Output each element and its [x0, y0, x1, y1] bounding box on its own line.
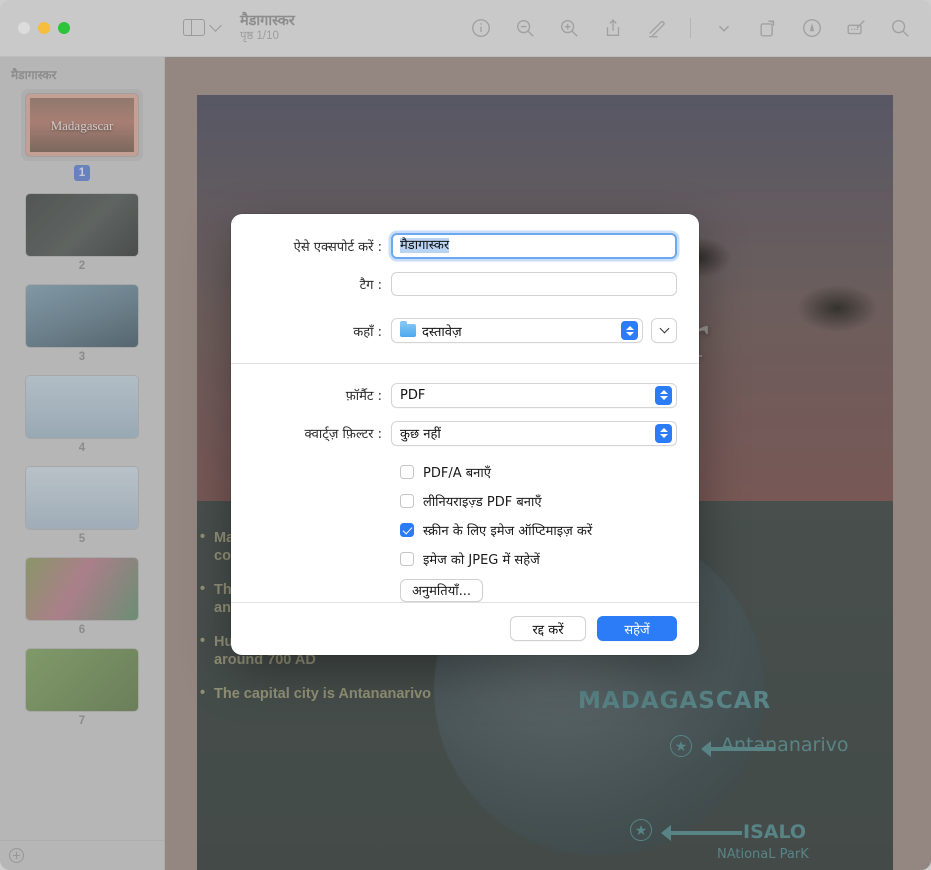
- stepper-icon[interactable]: [621, 321, 638, 340]
- export-as-input[interactable]: मैडागास्कर: [391, 233, 677, 259]
- checkbox-row-jpeg[interactable]: इमेज को JPEG में सहेजें: [253, 550, 677, 568]
- dialog-options-section: फ़ॉर्मैट : PDF क्वार्ट्ज़ फ़िल्टर : कुछ …: [231, 364, 699, 602]
- quartz-filter-popup-button[interactable]: कुछ नहीं: [391, 421, 677, 446]
- checkbox-label-jpeg: इमेज को JPEG में सहेजें: [423, 550, 540, 568]
- tags-label: टैग :: [253, 275, 391, 293]
- chevron-down-icon: [659, 324, 669, 334]
- checkbox-optimize[interactable]: [400, 523, 414, 537]
- expand-browser-button[interactable]: [651, 318, 677, 343]
- chevron-down-icon[interactable]: [209, 20, 222, 33]
- maximize-button[interactable]: [58, 22, 70, 34]
- tags-row: टैग :: [253, 272, 677, 296]
- export-as-value: मैडागास्कर: [400, 238, 449, 253]
- tags-input[interactable]: [391, 272, 677, 296]
- export-as-label: ऐसे एक्सपोर्ट करें :: [253, 237, 391, 255]
- permissions-button[interactable]: अनुमतियाँ...: [400, 579, 483, 602]
- minimize-button[interactable]: [38, 22, 50, 34]
- close-button[interactable]: [18, 22, 30, 34]
- rotate-icon[interactable]: [757, 17, 779, 39]
- format-label: फ़ॉर्मैट :: [253, 386, 391, 404]
- toolbar-left: मैडागास्कर पृष्ठ 1/10: [165, 13, 295, 44]
- where-row: कहाँ : दस्तावेज़: [253, 318, 677, 343]
- format-row: फ़ॉर्मैट : PDF: [253, 383, 677, 408]
- export-as-row: ऐसे एक्सपोर्ट करें : मैडागास्कर: [253, 233, 677, 259]
- dialog-top-section: ऐसे एक्सपोर्ट करें : मैडागास्कर टैग : कह…: [231, 214, 699, 363]
- export-dialog: ऐसे एक्सपोर्ट करें : मैडागास्कर टैग : कह…: [231, 214, 699, 655]
- checkbox-label-pdfa: PDF/A बनाएँ: [423, 463, 491, 481]
- markup-chevron-icon[interactable]: [713, 17, 735, 39]
- checkbox-jpeg[interactable]: [400, 552, 414, 566]
- folder-icon: [400, 324, 416, 337]
- where-label: कहाँ :: [253, 322, 391, 340]
- stepper-icon[interactable]: [655, 424, 672, 443]
- document-title-block: मैडागास्कर पृष्ठ 1/10: [240, 13, 295, 44]
- checkbox-row-optimize[interactable]: स्क्रीन के लिए इमेज ऑप्टिमाइज़ करें: [253, 521, 677, 539]
- checkbox-pdfa[interactable]: [400, 465, 414, 479]
- zoom-out-icon[interactable]: [514, 17, 536, 39]
- checkbox-label-linearized: लीनियराइज़्ड PDF बनाएँ: [423, 492, 542, 510]
- toolbar-divider: [690, 18, 691, 38]
- page-title: मैडागास्कर: [240, 13, 295, 30]
- share-icon[interactable]: [602, 17, 624, 39]
- window-controls: [0, 0, 165, 56]
- checkbox-row-pdfa[interactable]: PDF/A बनाएँ: [253, 463, 677, 481]
- highlight-icon[interactable]: [801, 17, 823, 39]
- where-value: दस्तावेज़: [422, 322, 462, 340]
- markup-icon[interactable]: [646, 17, 668, 39]
- save-button[interactable]: सहेजें: [597, 616, 677, 641]
- page-indicator: पृष्ठ 1/10: [240, 30, 295, 43]
- toolbar: मैडागास्कर पृष्ठ 1/10: [0, 0, 931, 57]
- sidebar-icon[interactable]: [183, 19, 205, 36]
- dialog-footer: रद्द करें सहेजें: [231, 602, 699, 655]
- checkbox-linearized[interactable]: [400, 494, 414, 508]
- where-popup-button[interactable]: दस्तावेज़: [391, 318, 643, 343]
- zoom-in-icon[interactable]: [558, 17, 580, 39]
- format-popup-button[interactable]: PDF: [391, 383, 677, 408]
- quartz-filter-row: क्वार्ट्ज़ फ़िल्टर : कुछ नहीं: [253, 421, 677, 446]
- checkbox-row-linearized[interactable]: लीनियराइज़्ड PDF बनाएँ: [253, 492, 677, 510]
- stepper-icon[interactable]: [655, 386, 672, 405]
- info-icon[interactable]: [470, 17, 492, 39]
- where-popup-content: दस्तावेज़: [400, 322, 621, 340]
- checkbox-label-optimize: स्क्रीन के लिए इमेज ऑप्टिमाइज़ करें: [423, 521, 592, 539]
- toolbar-icons: [470, 17, 931, 39]
- quartz-filter-label: क्वार्ट्ज़ फ़िल्टर :: [253, 424, 391, 442]
- quartz-filter-value: कुछ नहीं: [400, 424, 655, 442]
- format-value: PDF: [400, 388, 655, 403]
- modal-scrim-sidebar: [0, 57, 165, 870]
- search-icon[interactable]: [889, 17, 911, 39]
- preview-window: मैडागास्कर पृष्ठ 1/10: [0, 0, 931, 870]
- signature-icon[interactable]: [845, 17, 867, 39]
- cancel-button[interactable]: रद्द करें: [510, 616, 586, 641]
